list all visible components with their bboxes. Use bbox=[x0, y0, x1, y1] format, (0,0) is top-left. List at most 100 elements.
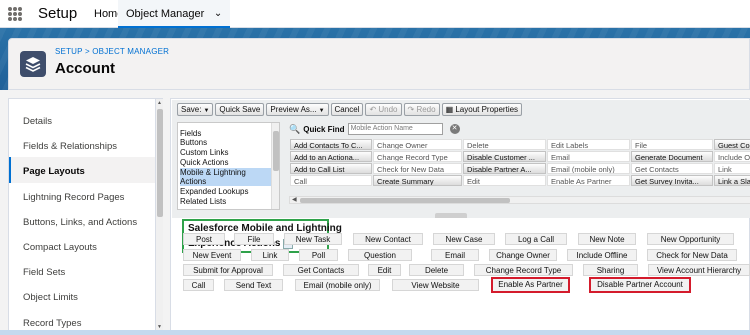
category-custom-links[interactable]: Custom Links bbox=[180, 148, 272, 157]
category-quick-actions[interactable]: Quick Actions bbox=[180, 158, 272, 167]
sidebar-item-buttons-links-actions[interactable]: Buttons, Links, and Actions bbox=[23, 217, 137, 228]
sidebar-item-details[interactable]: Details bbox=[23, 116, 52, 127]
palette-action-item[interactable]: Email (mobile only) bbox=[547, 163, 630, 174]
scroll-left-icon[interactable]: ◀ bbox=[292, 196, 297, 203]
palette-action-item[interactable]: Include Offl bbox=[714, 151, 750, 162]
layout-action-button[interactable]: New Task bbox=[284, 233, 342, 245]
palette-action-item[interactable]: Add to an Actiona... bbox=[290, 151, 372, 162]
palette-action-item[interactable]: Call bbox=[290, 175, 372, 186]
category-mobile-lightning-actions[interactable]: Mobile & Lightning Actions bbox=[180, 168, 272, 186]
layout-action-button[interactable]: Check for New Data bbox=[647, 249, 737, 261]
sidebar-item-fields-relationships[interactable]: Fields & Relationships bbox=[23, 141, 117, 152]
app-launcher-icon[interactable] bbox=[8, 7, 22, 21]
palette-action-item[interactable]: Add Contacts To C... bbox=[290, 139, 372, 150]
sidebar-item-compact-layouts[interactable]: Compact Layouts bbox=[23, 242, 97, 253]
caret-down-icon: ▼ bbox=[203, 108, 210, 114]
palette-action-item[interactable]: Add to Call List bbox=[290, 163, 372, 174]
palette-scrollbar[interactable]: ◀ bbox=[289, 196, 750, 204]
layout-action-button[interactable]: New Note bbox=[578, 233, 636, 245]
layout-action-button[interactable]: New Event bbox=[183, 249, 241, 261]
palette-action-item[interactable]: Create Summary bbox=[373, 175, 462, 186]
layout-action-button[interactable]: Edit bbox=[368, 264, 401, 276]
layout-action-button[interactable]: Poll bbox=[299, 249, 338, 261]
page-title: Account bbox=[55, 60, 115, 77]
chevron-down-icon[interactable]: ⌄ bbox=[214, 0, 222, 28]
tab-object-manager[interactable]: Object Manager ⌄ bbox=[118, 0, 231, 28]
palette-action-item[interactable]: Check for New Data bbox=[373, 163, 462, 174]
layout-action-button[interactable]: Link bbox=[251, 249, 289, 261]
sidebar-scroll-thumb[interactable] bbox=[157, 109, 163, 217]
palette-action-item[interactable]: Email bbox=[547, 151, 630, 162]
layout-action-button[interactable]: Enable As Partner bbox=[491, 277, 570, 293]
quick-save-button[interactable]: Quick Save bbox=[215, 103, 265, 116]
clear-icon[interactable]: ✕ bbox=[449, 124, 460, 134]
layout-action-button[interactable]: New Case bbox=[433, 233, 495, 245]
layout-action-button[interactable]: View Website bbox=[392, 279, 479, 291]
sidebar-scrollbar[interactable]: ▲ ▼ bbox=[155, 99, 163, 334]
palette-action-item[interactable]: Link a Slack bbox=[714, 175, 750, 186]
layout-action-button[interactable]: New Opportunity bbox=[647, 233, 734, 245]
layout-action-button[interactable]: Email (mobile only) bbox=[295, 279, 380, 291]
preview-as-label: Preview As... bbox=[270, 105, 317, 114]
undo-button[interactable]: ↶ Undo bbox=[365, 103, 402, 116]
layout-properties-button[interactable]: ▦ Layout Properties bbox=[441, 103, 523, 116]
palette-action-item[interactable]: Disable Partner A... bbox=[463, 163, 546, 174]
quick-find-input[interactable]: Mobile Action Name bbox=[347, 123, 443, 135]
layout-action-button[interactable]: New Contact bbox=[353, 233, 423, 245]
sidebar-item-field-sets[interactable]: Field Sets bbox=[23, 267, 65, 278]
palette-action-item[interactable]: Delete bbox=[463, 139, 546, 150]
palette-action-item[interactable]: Get Survey Invita... bbox=[631, 175, 713, 186]
palette-action-item[interactable]: Edit Labels bbox=[547, 139, 630, 150]
layout-action-button[interactable]: Delete bbox=[409, 264, 464, 276]
layout-action-button[interactable]: Get Contacts bbox=[283, 264, 359, 276]
properties-icon: ▦ bbox=[445, 105, 456, 114]
layout-editor: Save: ▼ Quick Save Preview As... ▼ Cancel … bbox=[170, 98, 750, 335]
palette-action-item[interactable]: Edit bbox=[463, 175, 546, 186]
layout-action-button[interactable]: Sharing bbox=[583, 264, 638, 276]
palette-action-item[interactable]: Link bbox=[714, 163, 750, 174]
layout-action-button[interactable]: Post bbox=[183, 233, 225, 245]
category-buttons[interactable]: Buttons bbox=[180, 138, 272, 147]
category-scrollbar[interactable] bbox=[271, 123, 279, 209]
category-scroll-thumb[interactable] bbox=[273, 131, 279, 171]
layout-action-button[interactable]: Change Owner bbox=[489, 249, 557, 261]
palette-grid: Add Contacts To C... Change Owner Delete Ed… bbox=[289, 138, 750, 194]
layout-action-button[interactable]: Email bbox=[431, 249, 479, 261]
redo-button[interactable]: ↷ Redo bbox=[403, 103, 440, 116]
sidebar-item-object-limits[interactable]: Object Limits bbox=[23, 292, 78, 303]
category-expanded-lookups[interactable]: Expanded Lookups bbox=[180, 187, 272, 196]
cancel-button[interactable]: Cancel bbox=[330, 103, 364, 116]
palette-action-item[interactable]: Change Owner bbox=[373, 139, 462, 150]
palette-scroll-thumb[interactable] bbox=[300, 198, 510, 203]
breadcrumb[interactable]: SETUP > OBJECT MANAGER bbox=[55, 47, 169, 56]
layout-action-button[interactable]: Call bbox=[183, 279, 214, 291]
app-title: Setup bbox=[38, 5, 78, 22]
layout-action-button[interactable]: Change Record Type bbox=[474, 264, 573, 276]
palette-action-item[interactable]: Generate Document bbox=[631, 151, 713, 162]
scroll-up-icon[interactable]: ▲ bbox=[157, 100, 162, 106]
palette-action-item[interactable]: Enable As Partner bbox=[547, 175, 630, 186]
category-fields[interactable]: Fields bbox=[180, 129, 272, 138]
palette-action-item[interactable]: Change Record Type bbox=[373, 151, 462, 162]
layout-action-button[interactable]: Disable Partner Account bbox=[589, 277, 691, 293]
preview-as-button[interactable]: Preview As... ▼ bbox=[266, 103, 329, 116]
palette-action-item[interactable]: Disable Customer ... bbox=[463, 151, 546, 162]
palette-action-item[interactable]: Get Contacts bbox=[631, 163, 713, 174]
resize-handle[interactable] bbox=[435, 213, 467, 218]
layout-action-button[interactable]: Send Text bbox=[224, 279, 283, 291]
sidebar-item-lightning-record-pages[interactable]: Lightning Record Pages bbox=[23, 192, 124, 203]
tab-object-manager-label: Object Manager bbox=[126, 8, 205, 20]
bottom-border bbox=[0, 330, 750, 335]
layout-action-button[interactable]: Submit for Approval bbox=[183, 264, 273, 276]
palette-action-item[interactable]: Guest Com bbox=[714, 139, 750, 150]
save-button[interactable]: Save: ▼ bbox=[177, 103, 214, 116]
layout-action-button[interactable]: Log a Call bbox=[505, 233, 567, 245]
layout-action-button[interactable]: View Account Hierarchy bbox=[648, 264, 750, 276]
sidebar-item-record-types[interactable]: Record Types bbox=[23, 318, 81, 329]
layout-action-button[interactable]: Question bbox=[348, 249, 412, 261]
palette-action-item[interactable]: File bbox=[631, 139, 713, 150]
category-related-lists[interactable]: Related Lists bbox=[180, 197, 272, 206]
layout-action-button[interactable]: Include Offline bbox=[567, 249, 637, 261]
layout-action-button[interactable]: File bbox=[234, 233, 274, 245]
sidebar-item-page-layouts[interactable]: Page Layouts bbox=[23, 166, 85, 177]
